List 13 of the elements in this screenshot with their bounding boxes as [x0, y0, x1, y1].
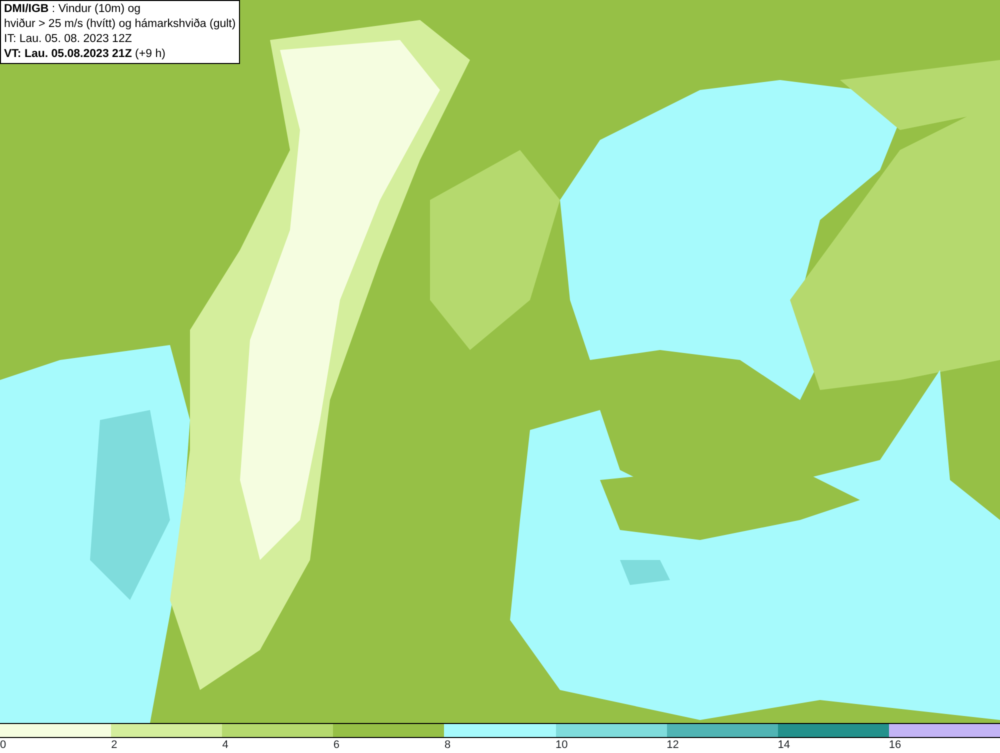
info-text: DMI/IGB : Vindur (10m) og: [4, 2, 142, 17]
legend-label: 0: [0, 738, 6, 753]
info-text: hviður > 25 m/s (hvítt) og hámarkshviða (gult): [4, 17, 236, 32]
legend-label: 8: [444, 738, 451, 753]
info-text: IT: Lau. 05. 08. 2023 12Z: [4, 32, 133, 47]
legend-label: 14: [778, 738, 790, 753]
legend-label: 16: [888, 738, 902, 753]
legend-label: 4: [222, 738, 228, 753]
legend-label: 2: [111, 738, 118, 753]
legend-label: 6: [333, 738, 340, 753]
info-text: VT: Lau. 05.08.2023 21Z (+9 h): [4, 47, 166, 62]
legend-label: 12: [666, 738, 679, 753]
legend-label: 10: [556, 738, 568, 753]
